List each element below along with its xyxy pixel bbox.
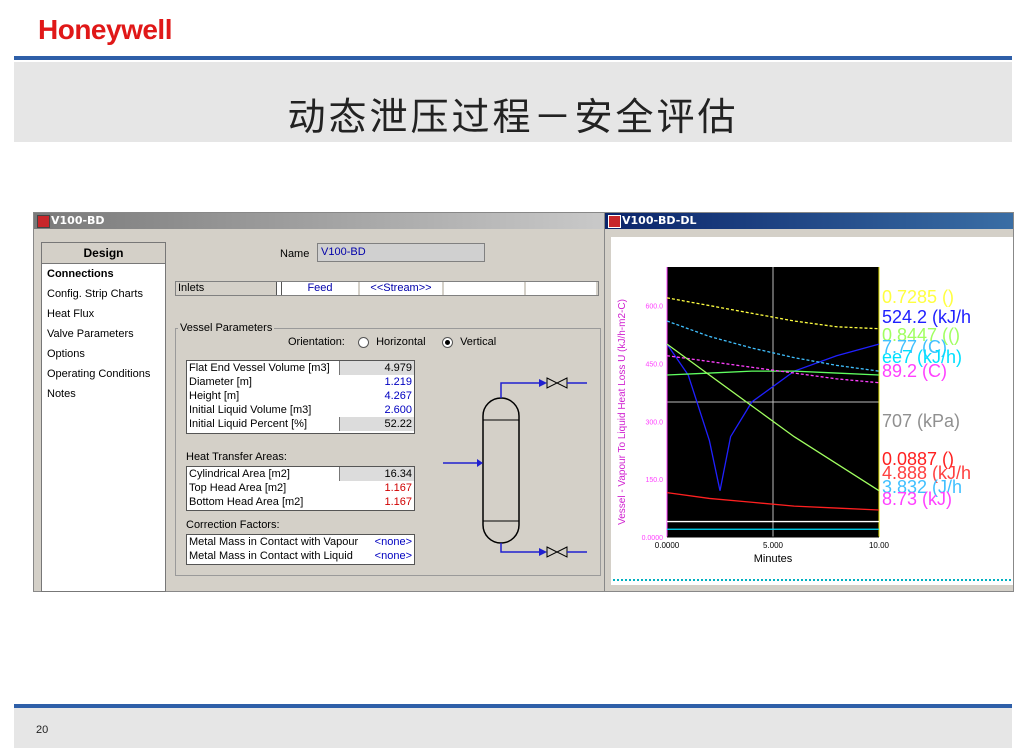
- name-label: Name: [280, 248, 310, 260]
- y-tick-label: 300.0: [645, 419, 663, 426]
- strip-chart-window: V100-BD-DL 0.0000 150.0 300.0 450.0 600.0 0.0…: [604, 212, 1014, 592]
- design-nav-panel: Design Connections Config. Strip Charts …: [41, 242, 166, 592]
- row-value: 1.167: [384, 482, 412, 494]
- design-tab[interactable]: Design: [42, 243, 165, 264]
- inlet-empty-cell-2[interactable]: [526, 282, 596, 295]
- row-label: Initial Liquid Percent [%]: [189, 418, 308, 430]
- row-value: 4.979: [384, 362, 412, 374]
- row-label: Metal Mass in Contact with Liquid: [189, 550, 353, 562]
- nav-valve-parameters[interactable]: Valve Parameters: [47, 328, 134, 340]
- row-value: 1.167: [384, 496, 412, 508]
- vertical-radio[interactable]: [442, 336, 453, 348]
- table-row[interactable]: Height [m] 4.267: [187, 389, 414, 403]
- row-value: 52.22: [384, 418, 412, 430]
- row-value[interactable]: <none>: [375, 535, 412, 549]
- trend-value-label: 524.2 (kJ/h: [882, 307, 971, 327]
- row-label: Bottom Head Area [m2]: [189, 496, 304, 508]
- strip-chart-svg[interactable]: 0.0000150.0300.0450.0600.00.0000 5.000 10.…: [611, 237, 1013, 585]
- row-label: Cylindrical Area [m2]: [189, 468, 290, 480]
- liquid-arrow: [539, 548, 547, 556]
- row-value: 4.267: [384, 390, 412, 402]
- row-label: Top Head Area [m2]: [189, 482, 287, 494]
- honeywell-logo: Honeywell: [38, 14, 172, 45]
- vapour-arrow: [539, 379, 547, 387]
- row-value: 16.34: [384, 468, 412, 480]
- table-row[interactable]: Cylindrical Area [m2] 16.34: [187, 467, 414, 481]
- nav-connections[interactable]: Connections: [47, 268, 114, 280]
- app-icon: [608, 215, 621, 228]
- row-label: Flat End Vessel Volume [m3]: [189, 362, 330, 374]
- app-icon: [37, 215, 50, 228]
- liquid-outlet-line: [500, 543, 539, 553]
- row-label: Diameter [m]: [189, 376, 252, 388]
- chart-window-titlebar[interactable]: V100-BD-DL: [605, 213, 1013, 229]
- table-row[interactable]: Metal Mass in Contact with Liquid <none>: [187, 549, 414, 563]
- y-tick-label: 450.0: [645, 361, 663, 368]
- name-field[interactable]: V100-BD: [317, 243, 485, 262]
- page-number: 20: [36, 724, 49, 736]
- vessel-parameters-label: Vessel Parameters: [178, 322, 275, 334]
- table-row[interactable]: Metal Mass in Contact with Vapour <none>: [187, 535, 414, 549]
- strip-chart[interactable]: 0.0000 150.0 300.0 450.0 600.0 0.0000 5.000 10.…: [611, 237, 1013, 585]
- row-value: 1.219: [384, 376, 412, 388]
- trend-value-label: 8.73 (kJ): [882, 489, 952, 509]
- feed-arrow: [477, 459, 483, 467]
- table-row[interactable]: Bottom Head Area [m2] 1.167: [187, 495, 414, 509]
- vapour-valve-icon[interactable]: [546, 377, 568, 389]
- vessel-parameters-table: Flat End Vessel Volume [m3] 4.979 Diamete…: [186, 360, 415, 434]
- y-tick-label: 150.0: [645, 477, 663, 484]
- trend-value-label: 89.2 (C): [882, 361, 947, 381]
- table-row[interactable]: Top Head Area [m2] 1.167: [187, 481, 414, 495]
- x-tick-label: 10.00: [869, 541, 890, 550]
- nav-options[interactable]: Options: [47, 348, 85, 360]
- nav-config-strip-charts[interactable]: Config. Strip Charts: [47, 288, 143, 300]
- table-row[interactable]: Flat End Vessel Volume [m3] 4.979: [187, 361, 414, 375]
- row-value[interactable]: <none>: [375, 549, 412, 563]
- nav-operating-conditions[interactable]: Operating Conditions: [47, 368, 150, 380]
- row-label: Metal Mass in Contact with Vapour: [189, 536, 359, 548]
- inlet-feed[interactable]: Feed: [282, 282, 358, 295]
- row-label: Initial Liquid Volume [m3]: [189, 404, 312, 416]
- horizontal-radio[interactable]: [358, 336, 369, 348]
- x-axis-label: Minutes: [754, 553, 793, 565]
- horizontal-label: Horizontal: [376, 336, 426, 348]
- inlet-stream-select[interactable]: <<Stream>>: [360, 282, 442, 295]
- orientation-vertical[interactable]: Vertical: [442, 336, 496, 348]
- table-row[interactable]: Initial Liquid Percent [%] 52.22: [187, 417, 414, 431]
- vessel-schematic: [443, 377, 587, 558]
- orientation-label: Orientation:: [288, 336, 345, 348]
- x-tick-label: 5.000: [763, 541, 784, 550]
- heat-transfer-table: Cylindrical Area [m2] 16.34 Top Head Area…: [186, 466, 415, 511]
- chart-window-title: V100-BD-DL: [622, 214, 697, 227]
- header-divider: [14, 56, 1012, 60]
- table-row[interactable]: Diameter [m] 1.219: [187, 375, 414, 389]
- correction-factors-label: Correction Factors:: [186, 519, 280, 531]
- footer-band: [14, 708, 1012, 748]
- slide-title: 动态泄压过程－安全评估: [287, 95, 739, 139]
- nav-notes[interactable]: Notes: [47, 388, 76, 400]
- row-label: Height [m]: [189, 390, 240, 402]
- vertical-label: Vertical: [460, 336, 497, 348]
- orientation-horizontal[interactable]: Horizontal: [358, 336, 426, 348]
- correction-table: Metal Mass in Contact with Vapour <none> …: [186, 534, 415, 565]
- table-row[interactable]: Initial Liquid Volume [m3] 2.600: [187, 403, 414, 417]
- y-tick-label: 600.0: [645, 304, 663, 311]
- nav-heat-flux[interactable]: Heat Flux: [47, 308, 94, 320]
- y-axis-label: Vessel - Vapour To Liquid Heat Loss U (k…: [617, 299, 628, 525]
- heat-transfer-label: Heat Transfer Areas:: [186, 451, 287, 463]
- trend-value-label: 707 (kPa): [882, 411, 960, 431]
- vapour-outlet-line: [500, 382, 539, 398]
- inlet-empty-cell[interactable]: [444, 282, 524, 295]
- design-window-title: V100-BD: [51, 214, 105, 227]
- x-tick-label: 0.0000: [655, 541, 680, 550]
- vessel-design-window: V100-BD Design Connections Config. Strip…: [33, 212, 605, 592]
- trend-value-label: 0.7285 (): [882, 287, 954, 307]
- liquid-valve-icon[interactable]: [546, 546, 568, 558]
- design-window-titlebar[interactable]: V100-BD: [34, 213, 604, 229]
- row-value: 2.600: [384, 404, 412, 416]
- inlets-label: Inlets: [178, 282, 205, 294]
- inlets-row: Inlets Feed <<Stream>>: [175, 281, 599, 296]
